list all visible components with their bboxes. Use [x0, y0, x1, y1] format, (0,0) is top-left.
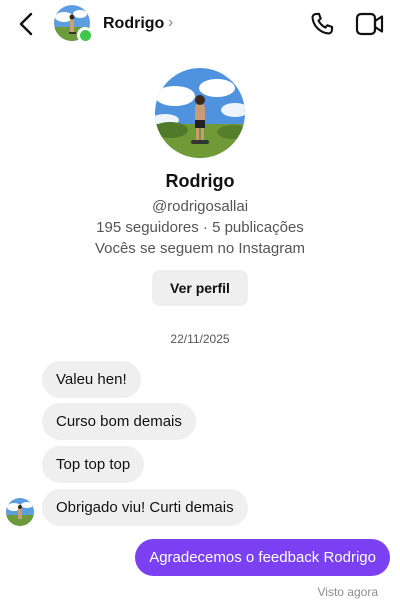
profile-photo: [155, 68, 245, 158]
online-status-dot: [77, 27, 93, 43]
message-bubble-received[interactable]: Obrigado viu! Curti demais: [42, 489, 248, 526]
profile-name: Rodrigo: [165, 171, 235, 191]
message-bubble-received[interactable]: Top top top: [42, 446, 145, 483]
phone-icon: [311, 12, 334, 35]
video-camera-icon: [355, 12, 384, 36]
sender-avatar[interactable]: [6, 498, 34, 526]
profile-handle: @rodrigosallai: [151, 198, 249, 215]
profile-stats: 195 seguidores · 5 publicações: [96, 219, 304, 236]
seen-status: Visto agora: [317, 585, 379, 599]
message-bubble-received[interactable]: Valeu hen!: [42, 361, 141, 398]
voice-call-button[interactable]: [308, 10, 336, 38]
chat-header: Rodrigo ›: [0, 0, 400, 48]
profile-card: Rodrigo @rodrigosallai 195 seguidores · …: [0, 68, 400, 306]
video-call-button[interactable]: [355, 11, 385, 37]
message-bubble-received[interactable]: Curso bom demais: [42, 403, 196, 440]
date-separator: 22/11/2025: [170, 332, 230, 346]
back-button[interactable]: [14, 11, 38, 37]
chevron-right-icon: ›: [168, 14, 174, 31]
view-profile-button[interactable]: Ver perfil: [152, 270, 248, 306]
header-contact-name[interactable]: Rodrigo: [103, 15, 164, 33]
mutual-follow-text: Vocês se seguem no Instagram: [94, 240, 306, 257]
online-status-indicator: [79, 29, 91, 41]
profile-avatar[interactable]: [155, 68, 245, 158]
chevron-left-icon: [19, 12, 33, 36]
sender-photo: [6, 498, 34, 526]
message-bubble-sent[interactable]: Agradecemos o feedback Rodrigo: [135, 539, 390, 576]
